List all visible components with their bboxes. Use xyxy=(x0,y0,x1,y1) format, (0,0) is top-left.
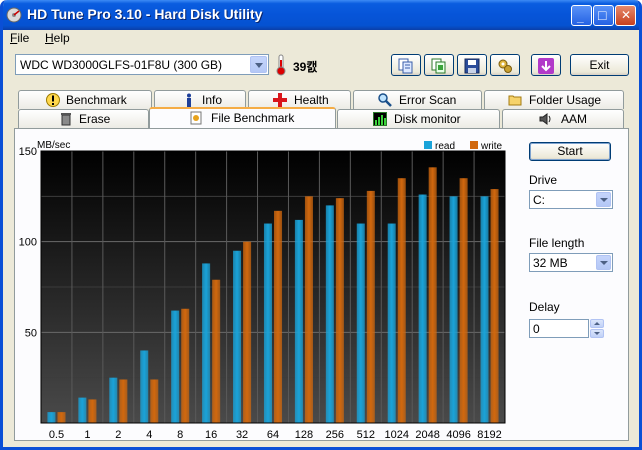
bar-write xyxy=(274,210,283,423)
x-tick-label: 2048 xyxy=(415,429,439,441)
bar-write xyxy=(88,399,97,423)
delay-decrement-button[interactable] xyxy=(590,329,604,338)
bar-read xyxy=(109,377,118,423)
legend-swatch-write xyxy=(470,141,478,149)
x-tick-label: 128 xyxy=(295,429,313,441)
bar-write xyxy=(304,196,313,423)
x-tick-label: 8 xyxy=(177,429,183,441)
x-tick-label: 2 xyxy=(115,429,121,441)
bar-read xyxy=(294,219,303,423)
x-tick-label: 256 xyxy=(326,429,344,441)
bar-read xyxy=(418,194,427,423)
x-tick-label: 1 xyxy=(84,429,90,441)
bar-write xyxy=(212,279,221,423)
x-tick-label: 4 xyxy=(146,429,152,441)
x-tick-label: 8192 xyxy=(477,429,501,441)
x-tick-label: 0.5 xyxy=(49,429,64,441)
bar-write xyxy=(150,379,159,423)
chevron-down-icon[interactable] xyxy=(596,255,611,270)
bar-read xyxy=(171,310,180,423)
bar-write xyxy=(57,412,66,423)
bar-read xyxy=(233,250,242,423)
chevron-down-icon[interactable] xyxy=(596,192,611,207)
bar-read xyxy=(47,412,56,423)
legend-label-read: read xyxy=(435,141,455,152)
bar-read xyxy=(202,263,211,423)
delay-label: Delay xyxy=(529,300,560,314)
file-benchmark-chart: 50 100 150 0.5 1 2 4 8 16 32 64 128 256 512 1024 2048 40… xyxy=(19,140,506,441)
delay-increment-button[interactable] xyxy=(590,319,604,328)
bar-read xyxy=(263,223,272,423)
app-window: HD Tune Pro 3.10 - Hard Disk Utility _ □… xyxy=(0,0,642,450)
bar-write xyxy=(181,308,190,423)
bar-write xyxy=(397,178,406,423)
delay-value: 0 xyxy=(533,322,540,336)
tab-file-benchmark[interactable]: File Benchmark xyxy=(149,107,336,128)
delay-input[interactable]: 0 xyxy=(529,319,589,338)
x-tick-label: 64 xyxy=(267,429,279,441)
bar-write xyxy=(366,190,375,423)
drive-label: Drive xyxy=(529,173,558,187)
bar-read xyxy=(449,196,458,423)
drive-combo[interactable]: C: xyxy=(529,190,613,209)
legend-swatch-read xyxy=(424,141,432,149)
x-tick-label: 4096 xyxy=(446,429,470,441)
bar-read xyxy=(78,397,87,423)
y-tick-label: 50 xyxy=(25,327,37,339)
bar-read xyxy=(325,205,334,423)
bar-write xyxy=(490,189,499,423)
x-tick-label: 16 xyxy=(205,429,217,441)
start-button[interactable]: Start xyxy=(529,142,611,161)
drive-combo-value: C: xyxy=(533,193,545,207)
legend-label-write: write xyxy=(480,141,503,152)
bar-write xyxy=(119,379,128,423)
x-tick-label: 1024 xyxy=(384,429,408,441)
file-length-combo[interactable]: 32 MB xyxy=(529,253,613,272)
y-axis-label: MB/sec xyxy=(37,140,70,151)
bar-read xyxy=(387,223,396,423)
bar-write xyxy=(428,167,437,423)
bar-write xyxy=(335,198,344,423)
bar-read xyxy=(356,223,365,423)
file-benchmark-icon xyxy=(190,111,202,125)
x-tick-label: 32 xyxy=(236,429,248,441)
x-tick-label: 512 xyxy=(357,429,375,441)
file-length-value: 32 MB xyxy=(533,256,568,270)
bar-write xyxy=(243,241,252,423)
bar-write xyxy=(459,178,468,423)
y-tick-label: 150 xyxy=(19,146,37,158)
bar-read xyxy=(480,196,489,423)
y-tick-label: 100 xyxy=(19,237,37,249)
bar-read xyxy=(140,350,149,423)
file-length-label: File length xyxy=(529,236,585,250)
